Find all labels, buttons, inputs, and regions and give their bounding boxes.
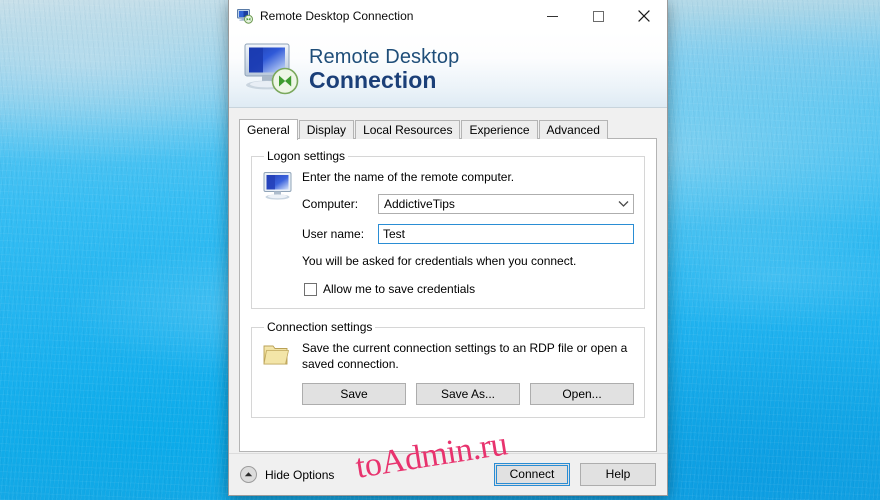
- tab-display[interactable]: Display: [298, 120, 355, 139]
- tab-advanced[interactable]: Advanced: [538, 120, 608, 139]
- save-as-button[interactable]: Save As...: [416, 382, 520, 405]
- logon-settings-group: Logon settings Enter the name of the rem…: [251, 149, 645, 310]
- tab-local-resources[interactable]: Local Resources: [355, 120, 461, 139]
- help-button[interactable]: Help: [580, 463, 656, 486]
- computer-label: Computer:: [302, 197, 359, 212]
- folder-icon: [262, 340, 298, 371]
- window-title: Remote Desktop Connection: [260, 9, 414, 23]
- maximize-icon: [592, 10, 604, 22]
- maximize-button[interactable]: [575, 0, 621, 32]
- save-button[interactable]: Save: [302, 382, 406, 405]
- tab-panel-general: Logon settings Enter the name of the rem…: [239, 138, 657, 452]
- connection-description: Save the current connection settings to …: [302, 341, 628, 372]
- username-field-row: User name: Test: [302, 224, 634, 245]
- connect-button[interactable]: Connect: [494, 463, 570, 486]
- minimize-button[interactable]: [529, 0, 575, 32]
- logon-description: Enter the name of the remote computer.: [302, 170, 515, 184]
- app-banner: Remote Desktop Connection: [229, 32, 667, 108]
- save-credentials-checkbox[interactable]: [304, 282, 317, 296]
- remote-desktop-connection-window: Remote Desktop Connection Remote Desktop…: [228, 0, 668, 496]
- close-icon: [638, 10, 650, 22]
- logon-settings-legend: Logon settings: [267, 149, 346, 163]
- computer-field-row: Computer: AddictiveTips: [302, 194, 634, 215]
- monitor-icon: [262, 169, 298, 204]
- close-button[interactable]: [621, 0, 667, 32]
- window-controls: [529, 0, 667, 32]
- hide-options-button[interactable]: Hide Options: [240, 466, 484, 483]
- chevron-up-circle-icon[interactable]: [240, 466, 257, 483]
- computer-value: AddictiveTips: [384, 197, 455, 212]
- title-bar[interactable]: Remote Desktop Connection: [229, 0, 667, 32]
- connection-settings-legend: Connection settings: [267, 320, 373, 335]
- banner-text: Remote Desktop Connection: [309, 47, 459, 92]
- tab-strip: General Display Local Resources Experien…: [239, 118, 657, 140]
- connection-settings-group: Connection settings Save the current con…: [251, 320, 645, 418]
- open-button[interactable]: Open...: [530, 382, 634, 405]
- tab-experience[interactable]: Experience: [461, 120, 538, 139]
- chevron-down-icon[interactable]: [615, 200, 631, 208]
- window-body: General Display Local Resources Experien…: [229, 108, 667, 453]
- remote-desktop-monitor-icon: [241, 41, 303, 99]
- username-label: User name:: [302, 227, 365, 242]
- hide-options-label: Hide Options: [265, 467, 335, 482]
- footer-bar: Hide Options Connect Help: [229, 453, 667, 495]
- username-input[interactable]: Test: [378, 224, 634, 245]
- minimize-icon: [546, 15, 558, 17]
- banner-title-line2: Connection: [309, 67, 437, 93]
- remote-desktop-icon: [237, 8, 253, 24]
- tab-general[interactable]: General: [239, 119, 298, 140]
- save-credentials-row[interactable]: Allow me to save credentials: [304, 282, 634, 296]
- banner-title-line1: Remote Desktop: [309, 46, 460, 68]
- connection-buttons: Save Save As... Open...: [302, 382, 634, 405]
- save-credentials-label: Allow me to save credentials: [323, 282, 476, 297]
- credentials-note: You will be asked for credentials when y…: [302, 254, 577, 269]
- computer-combobox[interactable]: AddictiveTips: [378, 194, 634, 215]
